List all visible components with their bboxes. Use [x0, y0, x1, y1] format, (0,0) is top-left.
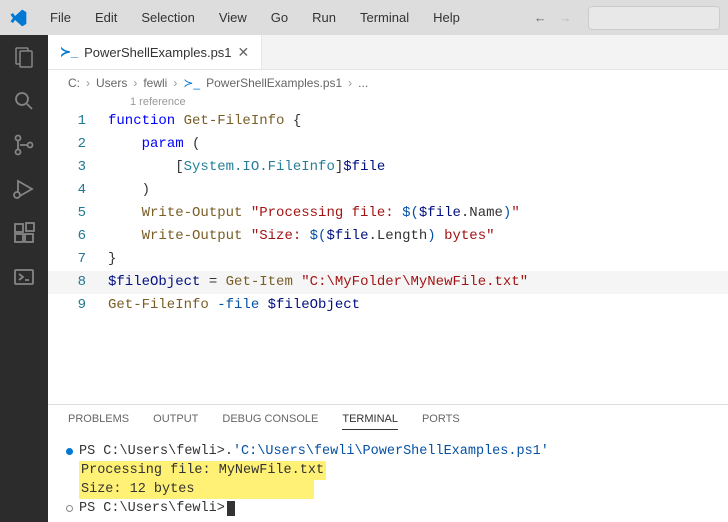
menu-terminal[interactable]: Terminal	[350, 6, 419, 29]
menu-file[interactable]: File	[40, 6, 81, 29]
menu-go[interactable]: Go	[261, 6, 298, 29]
code-editor[interactable]: 1function Get-FileInfo { 2 param ( 3 [Sy…	[48, 108, 728, 319]
menu-edit[interactable]: Edit	[85, 6, 127, 29]
terminal-output-highlighted: Processing file: MyNewFile.txt	[79, 461, 326, 480]
powershell-file-icon: ≻_	[183, 76, 200, 90]
terminal-output-highlighted: Size: 12 bytes	[79, 480, 314, 499]
vscode-logo-icon	[8, 8, 28, 28]
tab-label: PowerShellExamples.ps1	[84, 45, 231, 60]
nav-back-icon[interactable]: ←	[534, 10, 547, 25]
panel-tabs: PROBLEMS OUTPUT DEBUG CONSOLE TERMINAL P…	[48, 405, 728, 438]
editor-area: ≻_ PowerShellExamples.ps1 ✕ C:› Users› f…	[48, 35, 728, 522]
tab-problems[interactable]: PROBLEMS	[68, 413, 129, 430]
tab-powershell-examples[interactable]: ≻_ PowerShellExamples.ps1 ✕	[48, 35, 262, 69]
command-center-search[interactable]	[588, 6, 720, 30]
menu-help[interactable]: Help	[423, 6, 470, 29]
terminal-cursor	[227, 501, 235, 516]
close-icon[interactable]: ✕	[238, 44, 250, 61]
activity-bar	[0, 35, 48, 522]
codelens-references[interactable]: 1 reference	[48, 96, 728, 108]
tab-debug-console[interactable]: DEBUG CONSOLE	[222, 413, 318, 430]
editor-tabs: ≻_ PowerShellExamples.ps1 ✕	[48, 35, 728, 70]
menu-run[interactable]: Run	[302, 6, 346, 29]
tab-output[interactable]: OUTPUT	[153, 413, 198, 430]
tab-terminal[interactable]: TERMINAL	[342, 413, 398, 430]
powershell-file-icon: ≻_	[60, 44, 78, 60]
nav-forward-icon[interactable]: →	[559, 10, 572, 25]
breadcrumb[interactable]: C:› Users› fewli› ≻_ PowerShellExamples.…	[48, 70, 728, 96]
active-prompt-icon	[66, 448, 73, 455]
explorer-icon[interactable]	[12, 45, 36, 69]
prompt-icon	[66, 505, 73, 512]
terminal-content[interactable]: PS C:\Users\fewli> . 'C:\Users\fewli\Pow…	[48, 438, 728, 522]
tab-ports[interactable]: PORTS	[422, 413, 460, 430]
search-icon[interactable]	[12, 89, 36, 113]
nav-arrows: ← →	[534, 10, 572, 25]
source-control-icon[interactable]	[12, 133, 36, 157]
title-bar: File Edit Selection View Go Run Terminal…	[0, 0, 728, 35]
run-debug-icon[interactable]	[12, 177, 36, 201]
bottom-panel: PROBLEMS OUTPUT DEBUG CONSOLE TERMINAL P…	[48, 404, 728, 522]
extensions-icon[interactable]	[12, 221, 36, 245]
powershell-icon[interactable]	[12, 265, 36, 289]
menu-view[interactable]: View	[209, 6, 257, 29]
menu-selection[interactable]: Selection	[131, 6, 204, 29]
